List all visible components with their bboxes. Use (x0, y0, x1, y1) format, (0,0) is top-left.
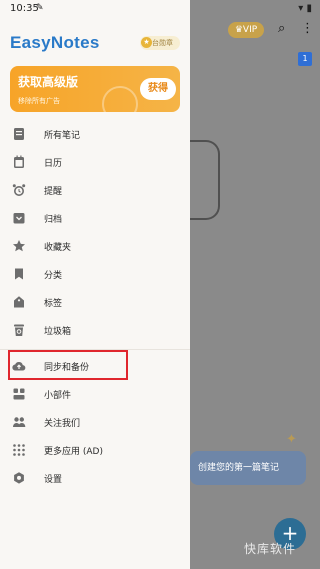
apps-grid-icon (13, 444, 25, 456)
settings-icon (14, 472, 24, 484)
get-premium-button[interactable]: 获得 (140, 78, 176, 100)
medal-icon: ★ (141, 37, 152, 48)
search-icon[interactable]: ⌕ (278, 21, 285, 36)
more-options-icon[interactable]: ⋮ (301, 21, 314, 36)
menu-item-label: 更多应用 (AD) (44, 447, 103, 457)
watermark: 快库软件 (244, 542, 297, 556)
premium-promo-card[interactable]: 获取高级版 移除所有广告 获得 (10, 66, 180, 112)
medal-badge[interactable]: ★ 台勋章 (140, 36, 180, 50)
bookmark-icon (15, 268, 23, 280)
menu-item-label: 设置 (44, 475, 63, 485)
menu-item-label: 提醒 (44, 187, 63, 197)
menu-item-reminders[interactable]: 提醒 (0, 176, 190, 204)
menu-item-categories[interactable]: 分类 (0, 260, 190, 288)
sync-backup-highlight-box (8, 350, 128, 380)
menu-item-label: 标签 (44, 299, 63, 309)
menu-item-follow-us[interactable]: 关注我们 (0, 408, 190, 436)
tag-icon (14, 296, 24, 308)
vip-badge[interactable]: ♛VIP (228, 22, 264, 38)
menu-item-label: 日历 (44, 159, 63, 169)
menu-item-label: 收藏夹 (44, 243, 72, 253)
status-bar: 10:35 ✎ ▾ ▮ (0, 0, 320, 18)
menu-item-label: 关注我们 (44, 419, 81, 429)
status-edit-icon: ✎ (36, 3, 44, 13)
menu-item-label: 分类 (44, 271, 63, 281)
menu-item-trash[interactable]: 垃圾箱 (0, 316, 190, 344)
menu-item-more-apps[interactable]: 更多应用 (AD) (0, 436, 190, 464)
status-wifi-battery-icon: ▾ ▮ (298, 3, 312, 14)
menu-item-label: 垃圾箱 (44, 327, 72, 337)
menu-item-calendar[interactable]: 日历 (0, 148, 190, 176)
widgets-icon (13, 388, 25, 400)
archive-icon (13, 213, 25, 224)
menu-item-settings[interactable]: 设置 (0, 464, 190, 492)
calendar-icon (14, 155, 24, 168)
people-icon (13, 417, 26, 427)
menu-item-label: 所有笔记 (44, 131, 81, 141)
promo-decoration (102, 86, 138, 112)
status-time: 10:35 (10, 3, 39, 14)
calendar-shortcut-icon[interactable]: 1 (298, 52, 312, 66)
medal-badge-label: 台勋章 (152, 39, 173, 47)
menu-item-favorites[interactable]: 收藏夹 (0, 232, 190, 260)
promo-subtitle: 移除所有广告 (18, 97, 60, 105)
empty-hint-bubble: 创建您的第一篇笔记 (190, 451, 306, 485)
app-logo: EasyNotes (10, 33, 100, 52)
empty-illustration (190, 140, 220, 220)
trash-icon (14, 324, 24, 336)
sparkle-icon: ✦ (286, 432, 297, 447)
menu-item-label: 归档 (44, 215, 63, 225)
alarm-icon (12, 184, 26, 196)
notes-icon (14, 128, 24, 140)
menu-item-tags[interactable]: 标签 (0, 288, 190, 316)
menu-item-all-notes[interactable]: 所有笔记 (0, 120, 190, 148)
menu-item-archive[interactable]: 归档 (0, 204, 190, 232)
promo-title: 获取高级版 (18, 75, 79, 89)
star-icon (13, 240, 25, 252)
navigation-drawer: EasyNotes ★ 台勋章 获取高级版 移除所有广告 获得 所有笔记 日历 … (0, 0, 190, 569)
menu-item-label: 小部件 (44, 391, 72, 401)
menu-item-widgets[interactable]: 小部件 (0, 380, 190, 408)
